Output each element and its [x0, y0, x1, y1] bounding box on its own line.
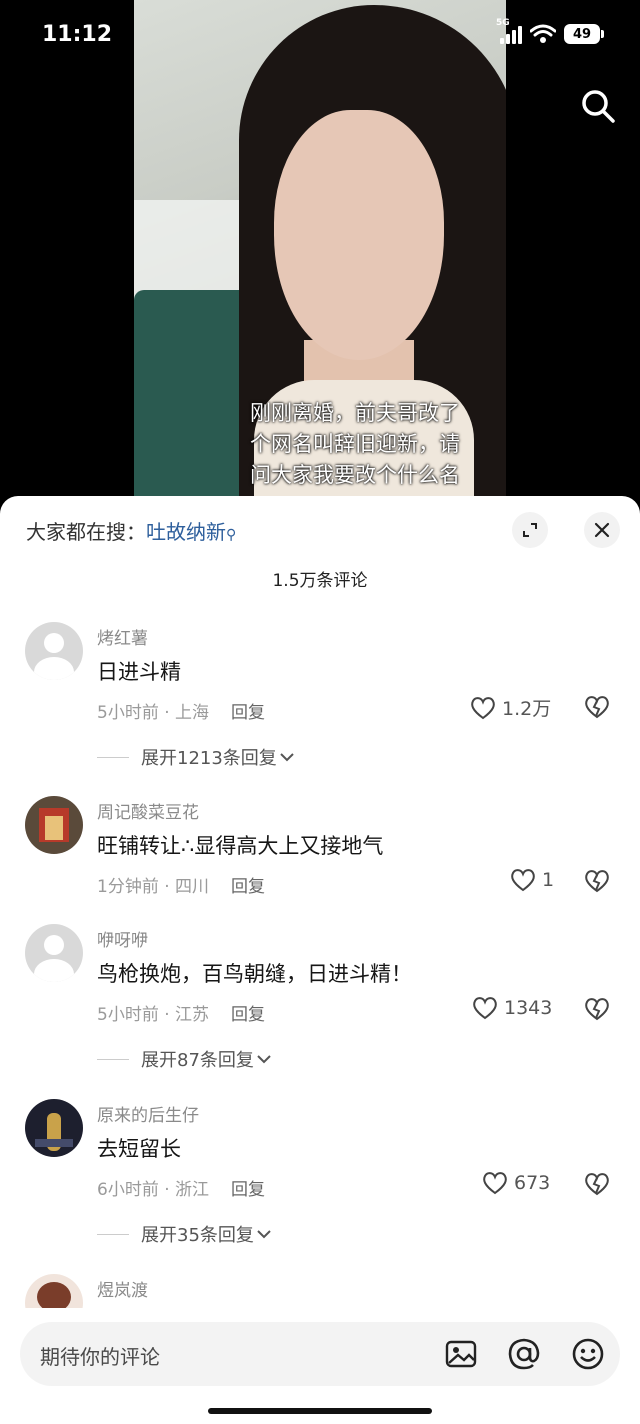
- comment-input[interactable]: 期待你的评论: [20, 1322, 620, 1386]
- avatar[interactable]: [25, 1099, 83, 1157]
- comment-text: 去短留长: [97, 1137, 181, 1161]
- divider: [97, 1233, 129, 1235]
- like-count: 1.2万: [502, 698, 552, 720]
- chevron-down-icon: [257, 1055, 271, 1064]
- chevron-down-icon: [257, 1230, 271, 1239]
- comment-location: 浙江: [175, 1180, 210, 1200]
- heart-icon: [473, 997, 497, 1020]
- comment-username[interactable]: 原来的后生仔: [97, 1101, 199, 1126]
- comment-count: 1.5万条评论: [272, 571, 368, 591]
- home-indicator[interactable]: [208, 1408, 432, 1414]
- heart-icon: [483, 1172, 507, 1195]
- comment-input-placeholder: 期待你的评论: [40, 1345, 160, 1369]
- expand-sheet-button[interactable]: [512, 512, 548, 548]
- divider: [97, 1058, 129, 1060]
- reply-button[interactable]: 回复: [231, 1180, 265, 1200]
- comment-text: 鸟枪换炮，百鸟朝缝，日进斗精！: [97, 962, 412, 986]
- trending-search-term[interactable]: 吐故纳新: [146, 520, 226, 544]
- expand-replies-button[interactable]: 展开1213条回复: [97, 744, 297, 770]
- video-player[interactable]: 刚刚离婚，前夫哥改了 个网名叫辞旧迎新，请 问大家我要改个什么名: [134, 0, 506, 500]
- caption-line: 问大家我要改个什么名: [250, 463, 460, 487]
- comment-time: 5小时前: [97, 703, 159, 723]
- image-icon[interactable]: [444, 1337, 478, 1371]
- like-count: 673: [514, 1172, 551, 1194]
- caption-line: 刚刚离婚，前夫哥改了: [250, 401, 460, 425]
- like-count: 1: [542, 869, 555, 891]
- reply-button[interactable]: 回复: [231, 703, 265, 723]
- search-button[interactable]: [578, 86, 618, 126]
- comment-item: 煜岚渡: [0, 1274, 640, 1308]
- comment-time: 6小时前: [97, 1180, 159, 1200]
- avatar[interactable]: [25, 1274, 83, 1308]
- comment-meta: 5小时前 · 上海 回复: [97, 703, 266, 723]
- expand-replies-button[interactable]: 展开35条回复: [97, 1221, 274, 1247]
- comment-meta: 1分钟前 · 四川 回复: [97, 877, 266, 897]
- chevron-down-icon: [280, 753, 294, 762]
- battery-icon: 49: [564, 24, 604, 44]
- dislike-icon[interactable]: [584, 996, 610, 1022]
- close-icon: [594, 522, 610, 538]
- at-icon[interactable]: [507, 1337, 541, 1371]
- small-search-icon: ⚲: [226, 527, 237, 543]
- comment-text: 日进斗精: [97, 660, 181, 684]
- comment-meta: 6小时前 · 浙江 回复: [97, 1180, 266, 1200]
- comment-time: 5小时前: [97, 1005, 159, 1025]
- comment-location: 四川: [175, 877, 210, 897]
- dislike-icon[interactable]: [584, 868, 610, 894]
- comment-time: 1分钟前: [97, 877, 159, 897]
- avatar[interactable]: [25, 622, 83, 680]
- close-sheet-button[interactable]: [584, 512, 620, 548]
- expand-replies-label: 展开1213条回复: [141, 748, 277, 769]
- status-bar: 11:12 5G 49: [0, 0, 640, 72]
- reply-button[interactable]: 回复: [231, 1005, 265, 1025]
- comment-text: 旺铺转让∴显得高大上又接地气: [97, 834, 384, 858]
- divider: [97, 756, 129, 758]
- caption-line: 个网名叫辞旧迎新，请: [250, 432, 460, 456]
- comment-username[interactable]: 咿呀咿: [97, 926, 148, 951]
- battery-level: 49: [572, 26, 592, 42]
- avatar[interactable]: [25, 924, 83, 982]
- status-indicators: 5G 49: [496, 18, 604, 44]
- expand-replies-label: 展开35条回复: [141, 1225, 254, 1246]
- dislike-icon[interactable]: [584, 1171, 610, 1197]
- expand-replies-button[interactable]: 展开87条回复: [97, 1046, 274, 1072]
- heart-icon: [511, 869, 535, 892]
- like-count: 1343: [504, 997, 553, 1019]
- comment-location: 上海: [175, 703, 210, 723]
- comment-username[interactable]: 烤红薯: [97, 624, 148, 649]
- comment-location: 江苏: [175, 1005, 210, 1025]
- like-button[interactable]: 673: [482, 1171, 550, 1195]
- cellular-signal-icon: 5G: [496, 18, 522, 44]
- like-button[interactable]: 1.2万: [470, 694, 551, 721]
- status-time: 11:12: [42, 22, 113, 47]
- wifi-icon: [530, 24, 556, 43]
- expand-replies-label: 展开87条回复: [141, 1050, 254, 1071]
- like-button[interactable]: 1: [510, 868, 554, 892]
- comment-username[interactable]: 煜岚渡: [97, 1276, 148, 1301]
- video-person-face: [274, 110, 444, 360]
- dislike-icon[interactable]: [584, 694, 610, 720]
- emoji-icon[interactable]: [571, 1337, 605, 1371]
- video-caption: 刚刚离婚，前夫哥改了 个网名叫辞旧迎新，请 问大家我要改个什么名: [134, 398, 506, 491]
- avatar[interactable]: [25, 796, 83, 854]
- trending-search: 大家都在搜：吐故纳新⚲: [26, 516, 236, 545]
- network-type: 5G: [496, 18, 510, 28]
- expand-icon: [523, 523, 537, 537]
- comment-meta: 5小时前 · 江苏 回复: [97, 1005, 266, 1025]
- heart-icon: [471, 696, 495, 719]
- trending-search-prefix: 大家都在搜：: [26, 520, 146, 544]
- search-icon: [582, 90, 615, 123]
- comment-username[interactable]: 周记酸菜豆花: [97, 798, 199, 823]
- like-button[interactable]: 1343: [472, 996, 552, 1020]
- reply-button[interactable]: 回复: [231, 877, 265, 897]
